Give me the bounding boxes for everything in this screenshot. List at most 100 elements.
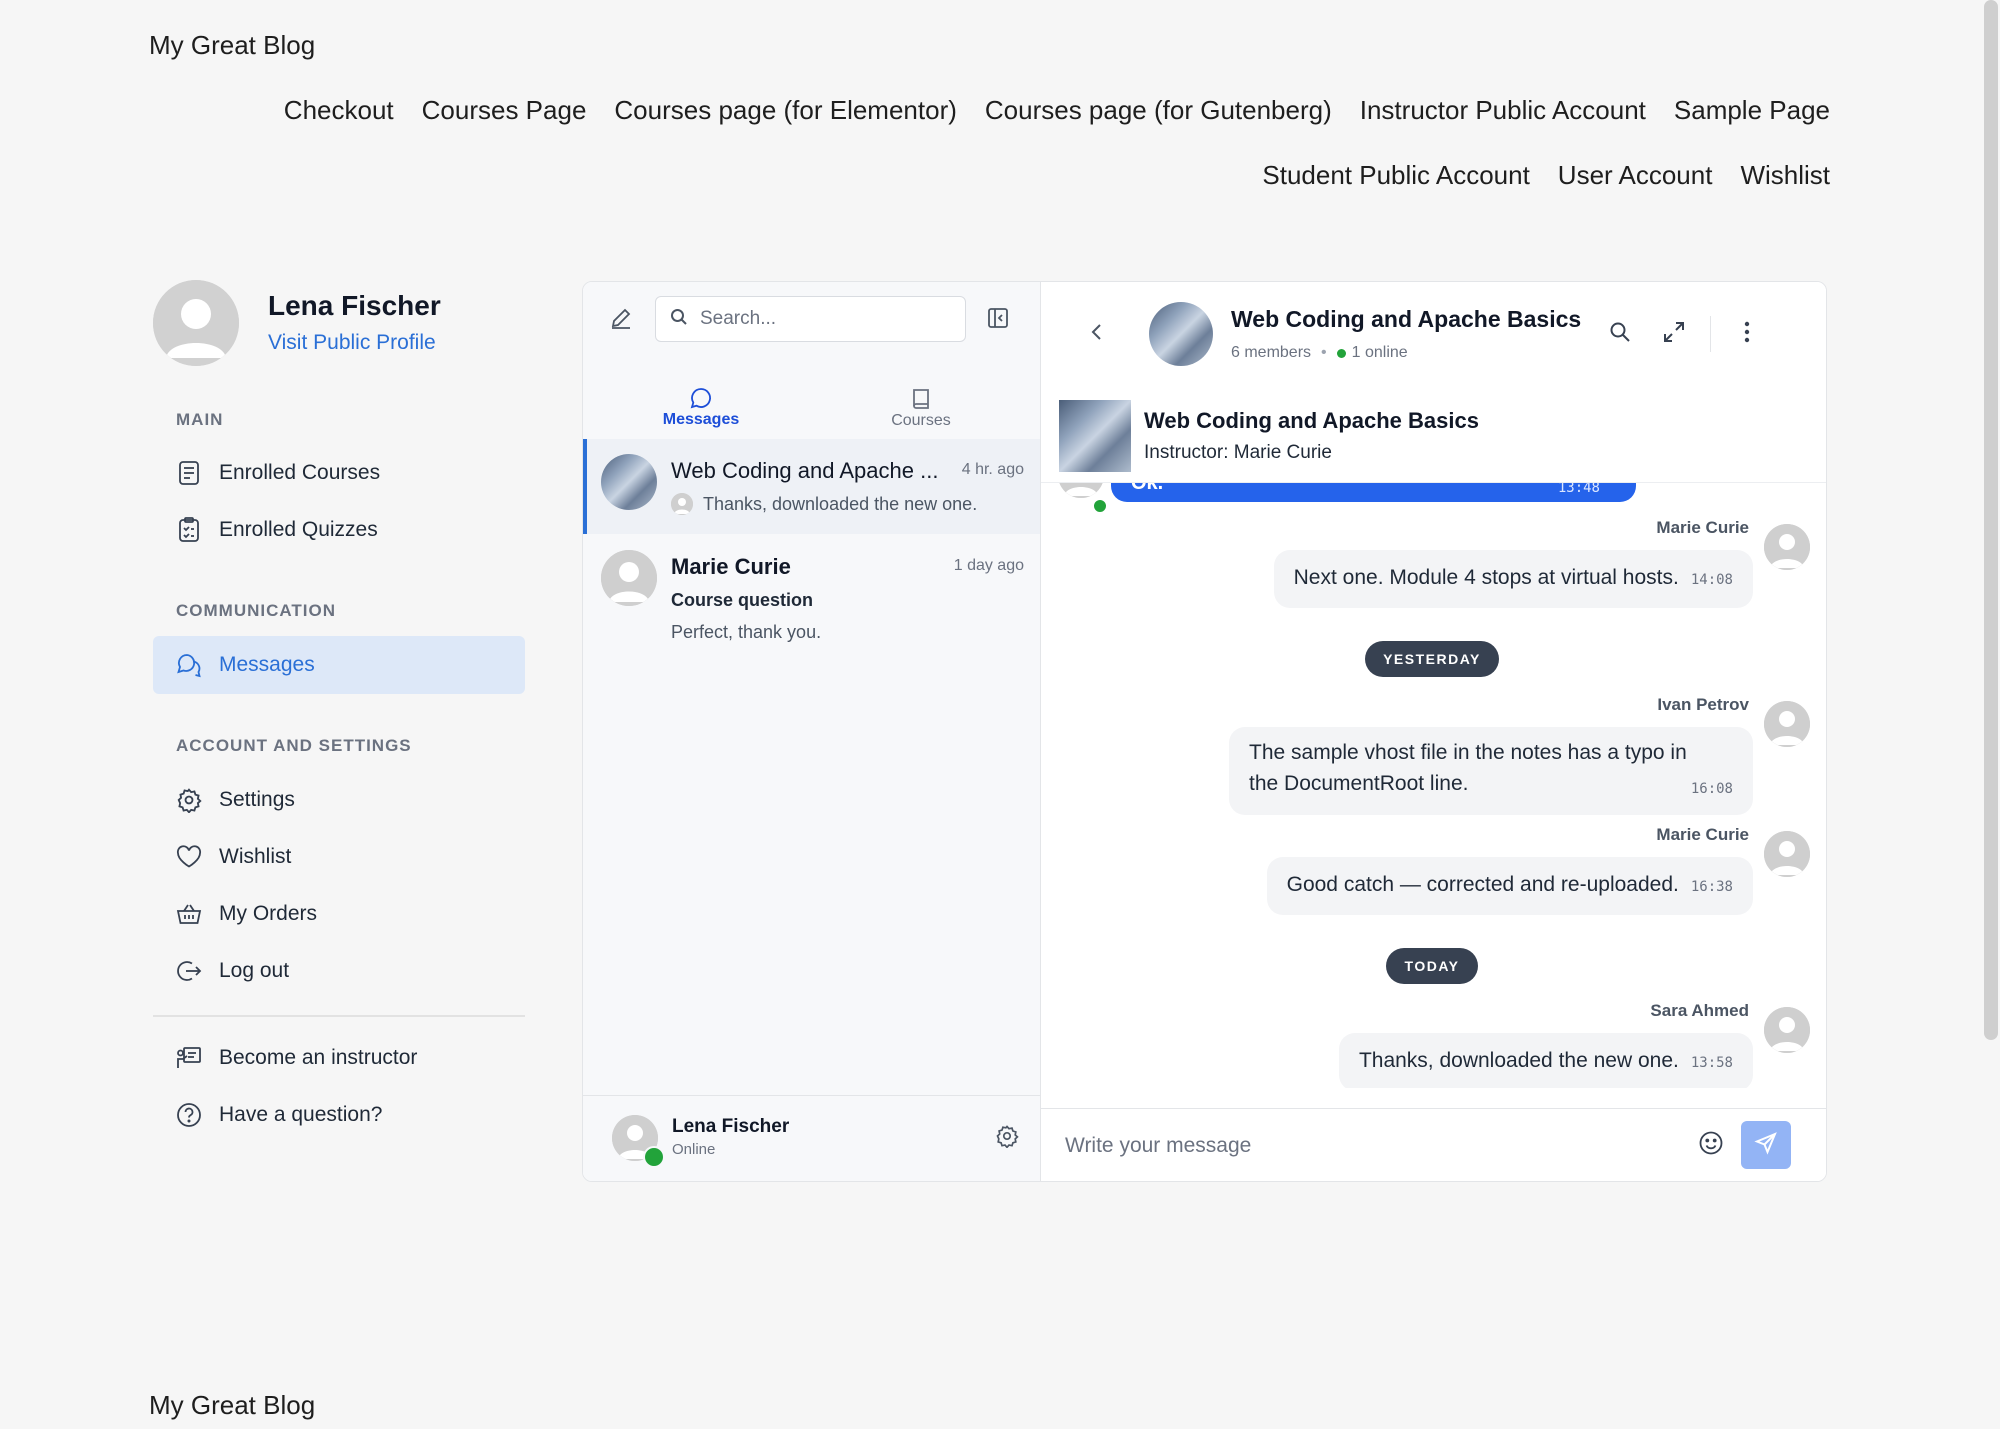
back-button[interactable] [1084,321,1110,347]
search-icon [1609,321,1631,348]
user-silhouette-icon [153,280,239,366]
sidebar-item-label: Become an instructor [219,1046,418,1069]
chat-settings-button[interactable] [994,1124,1020,1153]
conversation-item-course-group[interactable]: Web Coding and Apache ... 4 hr. ago Than… [583,439,1040,534]
sidebar-item-my-orders[interactable]: My Orders [153,885,525,943]
sender-avatar [1764,831,1810,877]
user-avatar [601,550,657,606]
sidebar-item-messages[interactable]: Messages [153,636,525,694]
emoji-button[interactable] [1697,1131,1725,1159]
heart-icon [175,843,203,871]
online-count: 1 online [1351,344,1408,361]
more-options-button[interactable] [1734,321,1760,347]
course-instructor: Instructor: Marie Curie [1144,442,1332,463]
message-bubble: The sample vhost file in the notes has a… [1229,727,1753,815]
sender-avatar [1764,1007,1810,1053]
conversation-preview: Perfect, thank you. [671,622,822,642]
message-time: 16:08 [1690,781,1733,797]
course-title: Web Coding and Apache Basics [1144,408,1479,433]
sidebar-item-wishlist[interactable]: Wishlist [153,828,525,886]
sidebar-item-label: Have a question? [219,1103,383,1126]
chat-bubble-icon [689,385,713,411]
message-bubble: Thanks, downloaded the new one. 13:58 [1338,1033,1753,1088]
nav-link-courses-gutenberg[interactable]: Courses page (for Gutenberg) [985,95,1332,126]
gear-icon [995,1124,1019,1153]
primary-nav-row-2: Student Public Account User Account Wish… [1262,160,1830,191]
sidebar-item-label: Enrolled Courses [219,461,381,484]
tab-label: Courses [891,412,951,429]
sidebar-item-become-instructor[interactable]: Become an instructor [153,1029,525,1087]
pencil-icon [609,306,633,335]
collapse-sidebar-button[interactable] [984,306,1012,334]
message-sender: Sara Ahmed [1650,1001,1749,1020]
logout-icon [175,957,203,985]
primary-nav-row-1: Checkout Courses Page Courses page (for … [284,95,1830,126]
sender-avatar [1764,524,1810,570]
search-messages-button[interactable] [1607,321,1633,347]
chat-bubbles-icon [175,651,203,679]
nav-link-courses-page[interactable]: Courses Page [422,95,587,126]
sidebar-item-logout[interactable]: Log out [153,942,525,1000]
nav-link-sample-page[interactable]: Sample Page [1674,95,1830,126]
sender-mini-avatar [671,493,693,515]
smiley-icon [1698,1130,1724,1161]
tab-courses[interactable]: Courses [811,372,1031,444]
new-message-button[interactable] [607,306,635,334]
message-text: the DocumentRoot line. [1249,772,1469,795]
meta-separator: • [1321,344,1327,361]
expand-icon [1663,321,1685,348]
sidebar-item-have-question[interactable]: Have a question? [153,1086,525,1144]
message-text: Thanks, downloaded the new one. [1358,1049,1679,1072]
nav-link-user-account[interactable]: User Account [1558,160,1713,191]
nav-link-instructor-account[interactable]: Instructor Public Account [1360,95,1646,126]
sender-avatar [1058,482,1104,498]
sidebar-item-label: Log out [219,959,290,982]
course-info-card[interactable]: Web Coding and Apache Basics Instructor:… [1041,386,1826,483]
online-dot [1336,348,1346,358]
conversation-meta: 6 members • 1 online [1231,344,1408,362]
sidebar-item-enrolled-courses[interactable]: Enrolled Courses [153,444,525,502]
message-sender: Marie Curie [1656,825,1749,844]
basket-icon [175,900,203,928]
site-title[interactable]: My Great Blog [149,30,315,61]
page-scrollbar-thumb[interactable] [1984,0,1998,1040]
own-message-bubble: Ok. 13:48 [1111,482,1636,502]
message-input[interactable] [1063,1127,1687,1165]
current-user-name: Lena Fischer [672,1116,790,1137]
expand-button[interactable] [1661,321,1687,347]
send-icon [1754,1131,1778,1160]
conversation-time: 1 day ago [953,557,1024,574]
nav-link-checkout[interactable]: Checkout [284,95,394,126]
conversation-preview: Thanks, downloaded the new one. [703,494,978,514]
member-count: 6 members [1231,344,1312,361]
sidebar-item-enrolled-quizzes[interactable]: Enrolled Quizzes [153,501,525,559]
conversation-item-marie-curie[interactable]: Marie Curie 1 day ago Course question Pe… [583,534,1040,649]
message-time: 13:48 [1557,482,1600,496]
search-icon [670,308,688,331]
conversation-tabs: Messages Courses [591,372,1031,444]
nav-link-courses-elementor[interactable]: Courses page (for Elementor) [614,95,956,126]
message-composer [1041,1108,1826,1181]
visit-profile-link[interactable]: Visit Public Profile [268,331,436,355]
tab-messages[interactable]: Messages [591,372,811,444]
kebab-menu-icon [1744,321,1750,348]
sidebar-item-label: Enrolled Quizzes [219,518,378,541]
help-icon [175,1101,203,1129]
profile-name: Lena Fischer [268,290,441,321]
send-button[interactable] [1741,1121,1791,1169]
nav-link-student-account[interactable]: Student Public Account [1262,160,1529,191]
group-avatar [601,454,657,510]
date-divider-yesterday: YESTERDAY [1365,641,1499,677]
conversation-title: Marie Curie [671,554,791,579]
section-label-main: MAIN [176,410,224,429]
message-bubble: Good catch — corrected and re-uploaded. 1… [1266,857,1753,915]
enrolled-courses-icon [175,459,203,487]
search-input[interactable] [698,307,942,331]
conversation-search[interactable] [655,296,966,342]
nav-link-wishlist[interactable]: Wishlist [1740,160,1830,191]
profile-avatar [153,280,239,366]
message-sender: Marie Curie [1656,518,1749,537]
sender-avatar [1764,701,1810,747]
sidebar-item-settings[interactable]: Settings [153,771,525,829]
footer-site-title[interactable]: My Great Blog [149,1390,315,1421]
